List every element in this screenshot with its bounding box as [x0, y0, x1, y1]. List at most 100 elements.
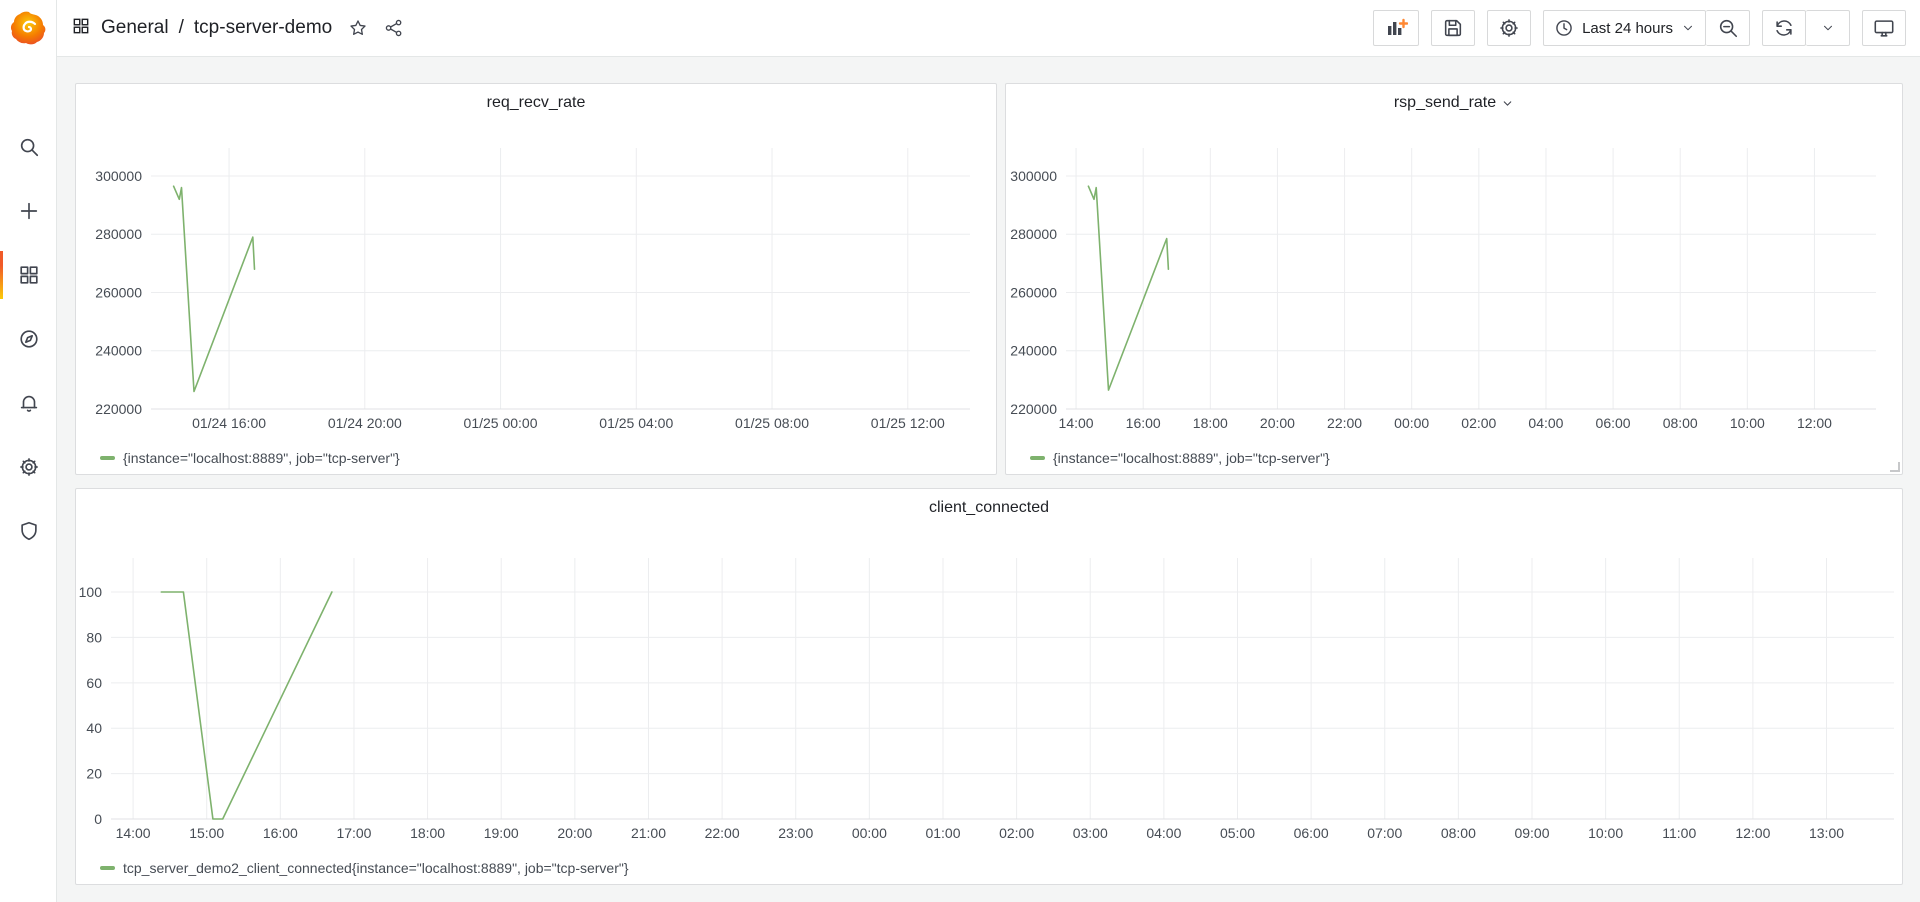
svg-text:04:00: 04:00: [1528, 415, 1563, 431]
svg-text:03:00: 03:00: [1073, 825, 1108, 841]
svg-text:11:00: 11:00: [1662, 825, 1696, 841]
sidebar: [0, 0, 57, 902]
share-icon: [384, 18, 404, 38]
sidebar-item-alerting[interactable]: [0, 371, 57, 435]
svg-text:16:00: 16:00: [263, 825, 298, 841]
svg-text:08:00: 08:00: [1441, 825, 1476, 841]
time-range-label: Last 24 hours: [1582, 20, 1673, 37]
svg-text:280000: 280000: [95, 226, 142, 242]
shield-icon: [18, 520, 40, 542]
svg-text:0: 0: [94, 811, 102, 827]
svg-text:100: 100: [79, 584, 103, 600]
panel-title[interactable]: req_recv_rate: [487, 94, 586, 112]
svg-text:01/25 08:00: 01/25 08:00: [735, 415, 809, 431]
breadcrumb-folder[interactable]: General: [101, 17, 169, 39]
svg-text:220000: 220000: [1010, 401, 1057, 417]
add-panel-button[interactable]: [1373, 10, 1419, 46]
panel-title[interactable]: rsp_send_rate: [1394, 94, 1514, 112]
svg-text:14:00: 14:00: [1059, 415, 1094, 431]
panel-header[interactable]: rsp_send_rate: [1006, 84, 1902, 122]
svg-text:10:00: 10:00: [1588, 825, 1623, 841]
svg-text:08:00: 08:00: [1663, 415, 1698, 431]
sidebar-item-dashboards[interactable]: [0, 243, 57, 307]
svg-text:280000: 280000: [1010, 226, 1057, 242]
sidebar-item-search[interactable]: [0, 115, 57, 179]
svg-text:14:00: 14:00: [116, 825, 151, 841]
star-icon: [348, 18, 368, 38]
chevron-down-icon: [1821, 21, 1835, 35]
svg-text:60: 60: [86, 675, 102, 691]
svg-text:04:00: 04:00: [1146, 825, 1181, 841]
clock-icon: [1554, 18, 1574, 38]
magnifier-minus-icon: [1717, 17, 1739, 39]
refresh-dashboard-button[interactable]: [1762, 10, 1806, 46]
svg-text:15:00: 15:00: [189, 825, 224, 841]
compass-icon: [18, 328, 40, 350]
sidebar-item-server-admin[interactable]: [0, 499, 57, 563]
dashboards-grid-icon: [18, 264, 40, 286]
bar-chart-plus-icon: [1384, 16, 1408, 40]
svg-text:17:00: 17:00: [336, 825, 371, 841]
grafana-logo[interactable]: [0, 0, 57, 57]
svg-text:40: 40: [86, 720, 102, 736]
svg-text:21:00: 21:00: [631, 825, 666, 841]
svg-text:12:00: 12:00: [1797, 415, 1832, 431]
legend: tcp_server_demo2_client_connected{instan…: [76, 850, 1902, 886]
legend-series-swatch[interactable]: [100, 866, 115, 870]
svg-text:20:00: 20:00: [1260, 415, 1295, 431]
chevron-down-icon: [1681, 21, 1695, 35]
panel-header[interactable]: req_recv_rate: [76, 84, 996, 122]
plus-icon: [18, 200, 40, 222]
zoom-out-time-button[interactable]: [1706, 10, 1750, 46]
save-dashboard-button[interactable]: [1431, 10, 1475, 46]
svg-text:09:00: 09:00: [1514, 825, 1549, 841]
apps-grid-icon: [71, 16, 91, 41]
svg-text:02:00: 02:00: [999, 825, 1034, 841]
legend-series-swatch[interactable]: [100, 456, 115, 460]
legend-series-label[interactable]: {instance="localhost:8889", job="tcp-ser…: [123, 450, 400, 466]
refresh-interval-picker[interactable]: [1806, 10, 1850, 46]
svg-text:01:00: 01:00: [925, 825, 960, 841]
svg-text:05:00: 05:00: [1220, 825, 1255, 841]
panel-resize-handle[interactable]: [1890, 462, 1900, 472]
svg-text:22:00: 22:00: [705, 825, 740, 841]
legend-series-label[interactable]: {instance="localhost:8889", job="tcp-ser…: [1053, 450, 1330, 466]
svg-text:02:00: 02:00: [1461, 415, 1496, 431]
bell-icon: [18, 392, 40, 414]
breadcrumb-separator: /: [179, 17, 184, 39]
save-floppy-icon: [1442, 17, 1464, 39]
legend: {instance="localhost:8889", job="tcp-ser…: [76, 440, 996, 476]
sidebar-item-explore[interactable]: [0, 307, 57, 371]
svg-text:00:00: 00:00: [1394, 415, 1429, 431]
refresh-icon: [1773, 17, 1795, 39]
breadcrumb-dashboard-title[interactable]: tcp-server-demo: [194, 17, 332, 39]
panel-title[interactable]: client_connected: [929, 499, 1049, 517]
panel-rsp-send-rate: rsp_send_rate 22000024000026000028000030…: [1005, 83, 1903, 475]
svg-text:06:00: 06:00: [1596, 415, 1631, 431]
svg-text:260000: 260000: [1010, 284, 1057, 300]
svg-text:01/25 04:00: 01/25 04:00: [599, 415, 673, 431]
svg-text:20: 20: [86, 766, 102, 782]
timeseries-chart: 22000024000026000028000030000014:0016:00…: [1006, 122, 1902, 440]
time-range-picker[interactable]: Last 24 hours: [1543, 10, 1706, 46]
panel-menu-caret-icon[interactable]: [1501, 97, 1514, 110]
svg-text:240000: 240000: [1010, 343, 1057, 359]
favorite-star-button[interactable]: [348, 18, 368, 38]
tv-monitor-icon: [1873, 17, 1895, 39]
search-icon: [18, 136, 40, 158]
dashboard-canvas: req_recv_rate 22000024000026000028000030…: [57, 57, 1920, 902]
sidebar-item-create[interactable]: [0, 179, 57, 243]
cycle-view-mode-button[interactable]: [1862, 10, 1906, 46]
legend-series-swatch[interactable]: [1030, 456, 1045, 460]
gear-icon: [1498, 17, 1520, 39]
share-dashboard-button[interactable]: [384, 18, 404, 38]
svg-text:01/25 12:00: 01/25 12:00: [871, 415, 945, 431]
svg-text:01/25 00:00: 01/25 00:00: [464, 415, 538, 431]
dashboard-settings-button[interactable]: [1487, 10, 1531, 46]
svg-text:06:00: 06:00: [1294, 825, 1329, 841]
svg-text:23:00: 23:00: [778, 825, 813, 841]
sidebar-item-configuration[interactable]: [0, 435, 57, 499]
legend-series-label[interactable]: tcp_server_demo2_client_connected{instan…: [123, 860, 629, 876]
svg-text:22:00: 22:00: [1327, 415, 1362, 431]
panel-header[interactable]: client_connected: [76, 489, 1902, 527]
